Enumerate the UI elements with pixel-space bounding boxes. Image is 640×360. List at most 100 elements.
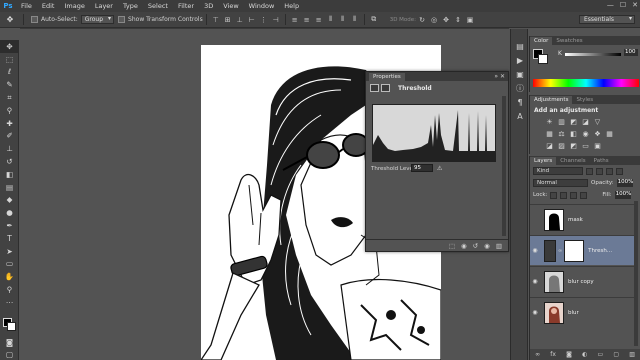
move-tool-preset-icon[interactable]: ✥ xyxy=(0,13,20,27)
exposure-icon[interactable]: ◪ xyxy=(581,117,590,126)
pixel-filter-icon[interactable] xyxy=(586,167,593,175)
hue-saturation-icon[interactable]: ▦ xyxy=(545,129,554,138)
close-button[interactable]: ✕ xyxy=(632,1,638,9)
clone-stamp-tool-icon[interactable]: ⊥ xyxy=(0,142,19,155)
3d-roll-icon[interactable]: ◎ xyxy=(429,15,439,25)
3d-drag-icon[interactable]: ✥ xyxy=(441,15,451,25)
tab-color[interactable]: Color xyxy=(530,37,553,45)
menu-image[interactable]: Image xyxy=(59,2,89,10)
photo-filter-icon[interactable]: ◉ xyxy=(581,129,590,138)
quick-mask-icon[interactable]: ◙ xyxy=(0,336,19,349)
lock-all-icon[interactable] xyxy=(580,191,588,199)
properties-panel-header[interactable]: Properties » ✕ xyxy=(366,72,508,81)
screen-mode-icon[interactable]: ▢ xyxy=(0,348,19,360)
menu-select[interactable]: Select xyxy=(143,2,173,10)
auto-select-checkbox[interactable] xyxy=(31,16,38,23)
vibrance-icon[interactable]: ▽ xyxy=(593,117,602,126)
layer-name[interactable]: Thresh... xyxy=(588,248,612,254)
menu-file[interactable]: File xyxy=(16,2,37,10)
3d-rotate-icon[interactable]: ↻ xyxy=(417,15,427,25)
threshold-icon[interactable]: ◩ xyxy=(569,141,578,150)
shape-tool-icon[interactable]: ▭ xyxy=(0,258,19,271)
distribute-bottom-icon[interactable]: ≡ xyxy=(314,15,324,25)
curves-icon[interactable]: ◩ xyxy=(569,117,578,126)
visibility-toggle-icon[interactable]: ◉ xyxy=(530,309,540,316)
panel-collapse-icon[interactable]: » ✕ xyxy=(494,73,505,80)
visibility-toggle-icon[interactable]: ◉ xyxy=(530,278,540,285)
menu-layer[interactable]: Layer xyxy=(90,2,118,10)
auto-select-dropdown[interactable]: Group xyxy=(80,15,115,24)
lock-image-icon[interactable] xyxy=(560,191,568,199)
eraser-tool-icon[interactable]: ◧ xyxy=(0,168,19,181)
new-group-icon[interactable]: ▭ xyxy=(598,351,604,358)
distribute-right-icon[interactable]: ⦀ xyxy=(350,15,360,25)
brightness-contrast-icon[interactable]: ☀ xyxy=(545,117,554,126)
menu-filter[interactable]: Filter xyxy=(173,2,199,10)
actions-icon[interactable]: ▶ xyxy=(511,53,529,67)
layer-name[interactable]: blur copy xyxy=(568,279,594,285)
history-icon[interactable]: ▤ xyxy=(511,39,529,53)
align-left-icon[interactable]: ⊢ xyxy=(247,15,257,25)
warning-icon[interactable]: ⚠ xyxy=(437,165,442,172)
delete-icon[interactable]: ▥ xyxy=(496,242,502,250)
properties-tab[interactable]: Properties xyxy=(369,72,405,81)
pen-tool-icon[interactable]: ✒ xyxy=(0,219,19,232)
visibility-toggle-icon[interactable]: ◉ xyxy=(530,247,540,254)
color-balance-icon[interactable]: ⚖ xyxy=(557,129,566,138)
shape-filter-icon[interactable] xyxy=(616,167,623,175)
view-previous-state-icon[interactable]: ◉ xyxy=(461,242,467,250)
distribute-top-icon[interactable]: ≡ xyxy=(290,15,300,25)
menu-edit[interactable]: Edit xyxy=(37,2,60,10)
opacity-input[interactable]: 100% xyxy=(616,179,633,187)
menu-3d[interactable]: 3D xyxy=(199,2,218,10)
fill-input[interactable]: 100% xyxy=(614,191,631,199)
toggle-visibility-icon[interactable]: ◉ xyxy=(484,242,490,250)
invert-icon[interactable]: ◪ xyxy=(545,141,554,150)
layer-row-mask[interactable]: mask xyxy=(530,204,636,234)
type-tool-icon[interactable]: T xyxy=(0,232,19,245)
layer-row-blur-copy[interactable]: ◉ blur copy xyxy=(530,266,636,296)
menu-help[interactable]: Help xyxy=(279,2,304,10)
distribute-left-icon[interactable]: ⦀ xyxy=(326,15,336,25)
k-channel-value[interactable]: 100 xyxy=(624,49,638,56)
chain-link-icon[interactable]: ∞ xyxy=(558,248,562,254)
dodge-tool-icon[interactable]: ● xyxy=(0,206,19,219)
background-color-chip[interactable] xyxy=(538,54,548,64)
auto-align-icon[interactable]: ⧉ xyxy=(369,15,379,25)
minimize-button[interactable]: — xyxy=(607,1,614,9)
menu-view[interactable]: View xyxy=(218,2,243,10)
layer-name[interactable]: blur xyxy=(568,310,579,316)
workspace-dropdown[interactable]: Essentials xyxy=(579,15,635,24)
align-middle-icon[interactable]: ⊞ xyxy=(223,15,233,25)
layer-row-threshold[interactable]: ◉ ∞ Thresh... xyxy=(530,235,636,265)
brush-tool-icon[interactable]: ✐ xyxy=(0,130,19,143)
layer-row-blur[interactable]: ◉ blur xyxy=(530,297,636,327)
background-color-swatch[interactable] xyxy=(7,322,16,331)
channel-mixer-icon[interactable]: ❖ xyxy=(593,129,602,138)
lasso-tool-icon[interactable]: ℓ xyxy=(0,66,19,79)
tab-channels[interactable]: Channels xyxy=(556,157,589,165)
tab-layers[interactable]: Layers xyxy=(530,157,557,165)
character-icon[interactable]: A xyxy=(511,109,529,123)
link-layers-icon[interactable]: ∞ xyxy=(535,351,540,358)
align-right-icon[interactable]: ⊣ xyxy=(271,15,281,25)
posterize-icon[interactable]: ▨ xyxy=(557,141,566,150)
color-spectrum-bar[interactable] xyxy=(533,79,639,87)
clip-to-layer-icon[interactable]: ⬚ xyxy=(449,242,455,250)
levels-icon[interactable]: ▥ xyxy=(557,117,566,126)
lock-position-icon[interactable] xyxy=(570,191,578,199)
threshold-level-input[interactable]: 95 xyxy=(411,164,433,172)
black-white-icon[interactable]: ◧ xyxy=(569,129,578,138)
crop-tool-icon[interactable]: ⌗ xyxy=(0,91,19,104)
properties-dock-icon[interactable]: ▣ xyxy=(511,67,529,81)
paragraph-icon[interactable]: ¶ xyxy=(511,95,529,109)
menu-type[interactable]: Type xyxy=(118,2,143,10)
new-layer-icon[interactable]: ▢ xyxy=(613,351,619,358)
quick-select-tool-icon[interactable]: ✎ xyxy=(0,78,19,91)
layer-mask-thumbnail[interactable] xyxy=(564,239,585,262)
align-bottom-icon[interactable]: ⊥ xyxy=(235,15,245,25)
move-tool-icon[interactable]: ✥ xyxy=(0,40,19,53)
align-center-icon[interactable]: ⋮ xyxy=(259,15,269,25)
history-brush-tool-icon[interactable]: ↺ xyxy=(0,155,19,168)
marquee-tool-icon[interactable]: ⬚ xyxy=(0,53,19,66)
